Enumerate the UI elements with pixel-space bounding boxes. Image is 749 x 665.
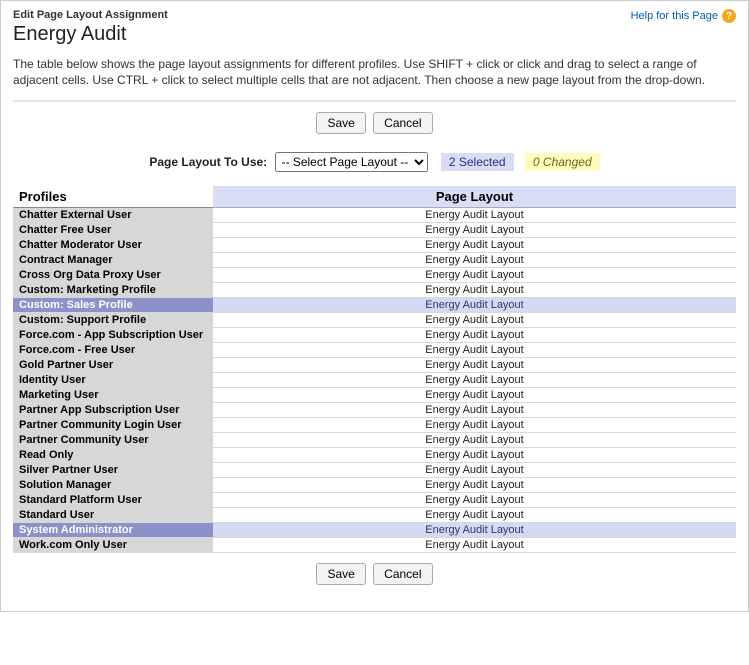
table-row: Partner Community Login UserEnergy Audit… — [13, 418, 736, 433]
layout-cell[interactable]: Energy Audit Layout — [213, 238, 736, 253]
layout-cell[interactable]: Energy Audit Layout — [213, 298, 736, 313]
save-button-top[interactable]: Save — [316, 112, 365, 134]
layout-assignment-table: Profiles Page Layout Chatter External Us… — [13, 186, 736, 553]
profile-cell[interactable]: Force.com - App Subscription User — [13, 328, 213, 343]
table-row: Silver Partner UserEnergy Audit Layout — [13, 463, 736, 478]
page-subtitle: Edit Page Layout Assignment — [13, 9, 168, 21]
layout-cell[interactable]: Energy Audit Layout — [213, 478, 736, 493]
table-row: Chatter External UserEnergy Audit Layout — [13, 208, 736, 223]
changed-count-badge: 0 Changed — [525, 153, 600, 171]
table-row: Force.com - App Subscription UserEnergy … — [13, 328, 736, 343]
profile-cell[interactable]: Force.com - Free User — [13, 343, 213, 358]
layout-selector-label: Page Layout To Use: — [149, 155, 267, 169]
help-link-text: Help for this Page — [631, 10, 718, 22]
intro-text: The table below shows the page layout as… — [13, 56, 736, 88]
layout-cell[interactable]: Energy Audit Layout — [213, 433, 736, 448]
profile-cell[interactable]: Chatter External User — [13, 208, 213, 223]
profile-cell[interactable]: Partner Community Login User — [13, 418, 213, 433]
layout-cell[interactable]: Energy Audit Layout — [213, 463, 736, 478]
profile-cell[interactable]: Work.com Only User — [13, 538, 213, 553]
table-row: Cross Org Data Proxy UserEnergy Audit La… — [13, 268, 736, 283]
profile-cell[interactable]: Gold Partner User — [13, 358, 213, 373]
table-row: Standard UserEnergy Audit Layout — [13, 508, 736, 523]
table-row: Standard Platform UserEnergy Audit Layou… — [13, 493, 736, 508]
layout-cell[interactable]: Energy Audit Layout — [213, 223, 736, 238]
profile-cell[interactable]: Chatter Free User — [13, 223, 213, 238]
save-button-bottom[interactable]: Save — [316, 563, 365, 585]
layout-cell[interactable]: Energy Audit Layout — [213, 373, 736, 388]
layout-cell[interactable]: Energy Audit Layout — [213, 283, 736, 298]
table-row: Gold Partner UserEnergy Audit Layout — [13, 358, 736, 373]
profile-cell[interactable]: System Administrator — [13, 523, 213, 538]
table-row: Custom: Support ProfileEnergy Audit Layo… — [13, 313, 736, 328]
page-layout-header[interactable]: Page Layout — [213, 186, 736, 208]
profile-cell[interactable]: Custom: Marketing Profile — [13, 283, 213, 298]
table-body: Chatter External UserEnergy Audit Layout… — [13, 208, 736, 553]
divider — [13, 100, 736, 102]
layout-cell[interactable]: Energy Audit Layout — [213, 358, 736, 373]
layout-cell[interactable]: Energy Audit Layout — [213, 208, 736, 223]
layout-selector[interactable]: -- Select Page Layout -- — [275, 152, 428, 172]
profile-cell[interactable]: Cross Org Data Proxy User — [13, 268, 213, 283]
layout-cell[interactable]: Energy Audit Layout — [213, 253, 736, 268]
profile-cell[interactable]: Custom: Sales Profile — [13, 298, 213, 313]
profile-cell[interactable]: Solution Manager — [13, 478, 213, 493]
layout-cell[interactable]: Energy Audit Layout — [213, 493, 736, 508]
table-row: Chatter Free UserEnergy Audit Layout — [13, 223, 736, 238]
layout-cell[interactable]: Energy Audit Layout — [213, 448, 736, 463]
page-container: Edit Page Layout Assignment Energy Audit… — [0, 0, 749, 612]
table-row: System AdministratorEnergy Audit Layout — [13, 523, 736, 538]
profile-cell[interactable]: Partner Community User — [13, 433, 213, 448]
table-row: Custom: Marketing ProfileEnergy Audit La… — [13, 283, 736, 298]
layout-cell[interactable]: Energy Audit Layout — [213, 313, 736, 328]
profile-cell[interactable]: Standard User — [13, 508, 213, 523]
profile-cell[interactable]: Standard Platform User — [13, 493, 213, 508]
layout-cell[interactable]: Energy Audit Layout — [213, 268, 736, 283]
table-row: Contract ManagerEnergy Audit Layout — [13, 253, 736, 268]
layout-cell[interactable]: Energy Audit Layout — [213, 403, 736, 418]
layout-cell[interactable]: Energy Audit Layout — [213, 328, 736, 343]
table-row: Custom: Sales ProfileEnergy Audit Layout — [13, 298, 736, 313]
help-icon: ? — [722, 9, 736, 23]
table-row: Chatter Moderator UserEnergy Audit Layou… — [13, 238, 736, 253]
table-row: Force.com - Free UserEnergy Audit Layout — [13, 343, 736, 358]
selected-count-badge: 2 Selected — [441, 153, 514, 171]
table-row: Work.com Only UserEnergy Audit Layout — [13, 538, 736, 553]
layout-cell[interactable]: Energy Audit Layout — [213, 343, 736, 358]
header-left: Edit Page Layout Assignment Energy Audit — [13, 9, 168, 46]
table-row: Partner Community UserEnergy Audit Layou… — [13, 433, 736, 448]
table-row: Solution ManagerEnergy Audit Layout — [13, 478, 736, 493]
layout-cell[interactable]: Energy Audit Layout — [213, 418, 736, 433]
top-button-row: Save Cancel — [13, 112, 736, 134]
profiles-header: Profiles — [13, 186, 213, 208]
profile-cell[interactable]: Chatter Moderator User — [13, 238, 213, 253]
profile-cell[interactable]: Partner App Subscription User — [13, 403, 213, 418]
layout-cell[interactable]: Energy Audit Layout — [213, 508, 736, 523]
page-title: Energy Audit — [13, 23, 168, 46]
help-link[interactable]: Help for this Page ? — [631, 9, 736, 23]
profile-cell[interactable]: Custom: Support Profile — [13, 313, 213, 328]
profile-cell[interactable]: Contract Manager — [13, 253, 213, 268]
header-row: Edit Page Layout Assignment Energy Audit… — [13, 9, 736, 46]
layout-selector-row: Page Layout To Use: -- Select Page Layou… — [13, 152, 736, 172]
table-row: Read OnlyEnergy Audit Layout — [13, 448, 736, 463]
profile-cell[interactable]: Marketing User — [13, 388, 213, 403]
table-row: Marketing UserEnergy Audit Layout — [13, 388, 736, 403]
table-row: Identity UserEnergy Audit Layout — [13, 373, 736, 388]
cancel-button-top[interactable]: Cancel — [373, 112, 432, 134]
layout-cell[interactable]: Energy Audit Layout — [213, 523, 736, 538]
profile-cell[interactable]: Silver Partner User — [13, 463, 213, 478]
cancel-button-bottom[interactable]: Cancel — [373, 563, 432, 585]
profile-cell[interactable]: Read Only — [13, 448, 213, 463]
table-row: Partner App Subscription UserEnergy Audi… — [13, 403, 736, 418]
layout-cell[interactable]: Energy Audit Layout — [213, 388, 736, 403]
bottom-button-row: Save Cancel — [13, 563, 736, 585]
profile-cell[interactable]: Identity User — [13, 373, 213, 388]
layout-cell[interactable]: Energy Audit Layout — [213, 538, 736, 553]
